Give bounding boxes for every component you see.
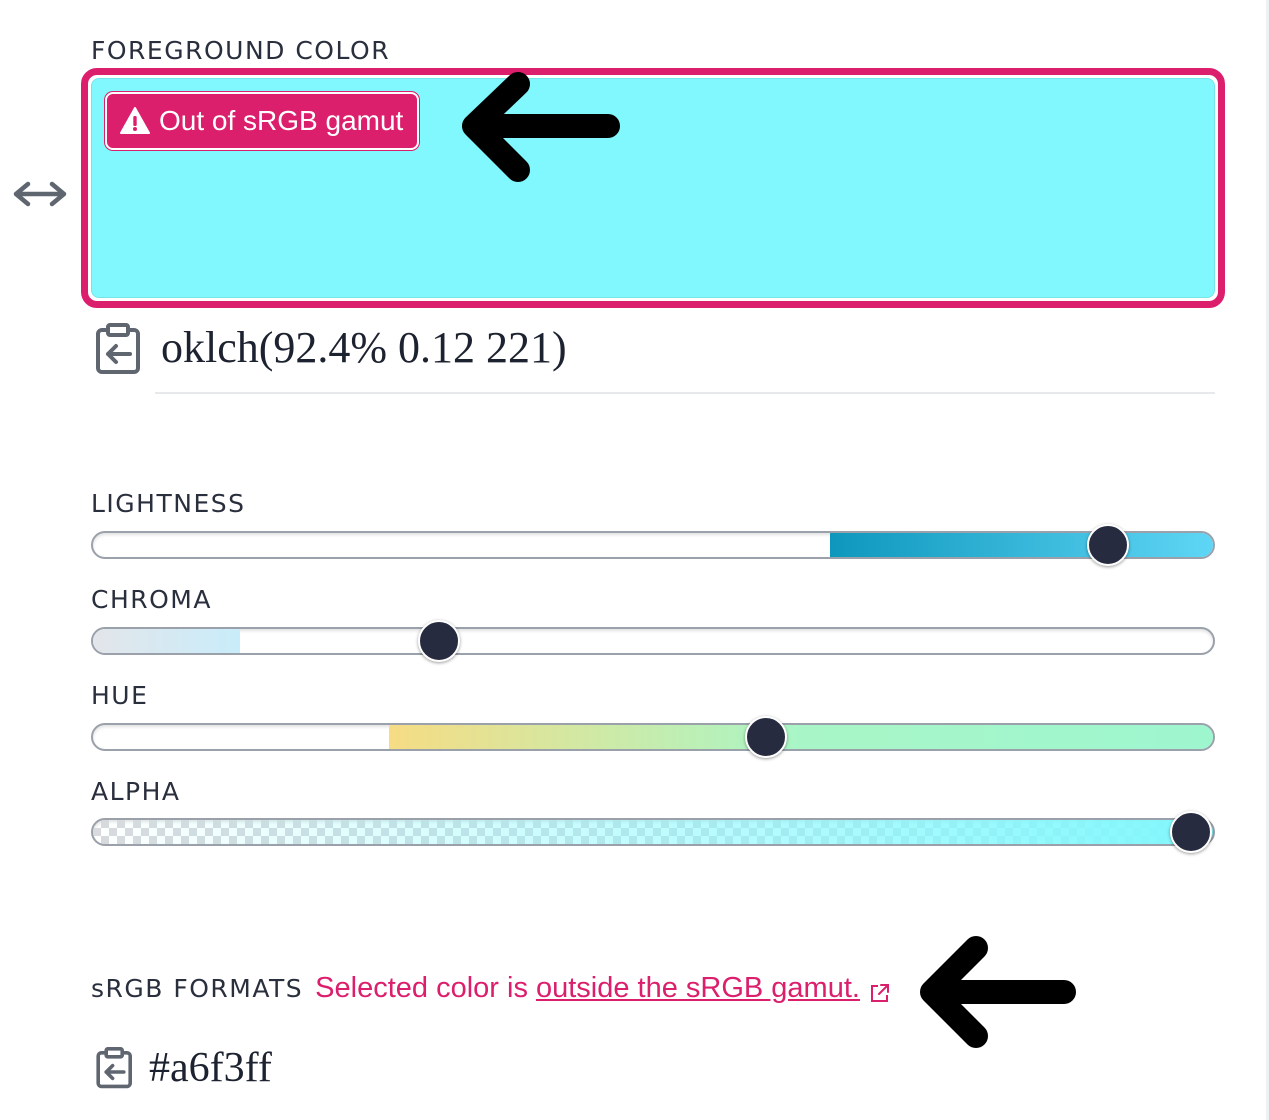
alpha-label: ALPHA	[91, 777, 181, 806]
chroma-label: CHROMA	[91, 585, 212, 614]
out-of-gamut-badge: Out of sRGB gamut	[105, 92, 420, 150]
clipboard-copy-icon[interactable]	[94, 322, 144, 376]
warning-triangle-icon	[120, 107, 150, 134]
out-of-gamut-badge-text: Out of sRGB gamut	[159, 105, 404, 136]
foreground-color-label: FOREGROUND COLOR	[91, 36, 391, 65]
chroma-gradient	[93, 629, 240, 653]
alpha-slider[interactable]	[91, 818, 1215, 846]
hue-label: HUE	[91, 681, 149, 710]
hue-slider[interactable]	[91, 723, 1215, 751]
foreground-swatch: Out of sRGB gamut	[91, 78, 1215, 298]
clipboard-copy-icon[interactable]	[95, 1046, 135, 1090]
foreground-swatch-frame[interactable]: Out of sRGB gamut	[81, 68, 1225, 308]
alpha-thumb[interactable]	[1170, 811, 1212, 853]
srgb-formats-label: sRGB FORMATS	[91, 974, 304, 1003]
lightness-gradient	[830, 533, 1213, 557]
srgb-formats-row: sRGB FORMATS Selected color is outside t…	[91, 972, 891, 1012]
lightness-slider[interactable]	[91, 531, 1215, 559]
annotation-arrow-icon	[462, 72, 620, 182]
chroma-thumb[interactable]	[417, 620, 460, 662]
alpha-gradient	[93, 820, 1213, 844]
annotation-arrow-icon	[920, 936, 1076, 1048]
hex-value[interactable]: #a6f3ff	[149, 1040, 272, 1096]
value-divider	[155, 392, 1215, 394]
oklch-value[interactable]: oklch(92.4% 0.12 221)	[161, 318, 567, 378]
hue-thumb[interactable]	[744, 716, 787, 758]
external-link-icon[interactable]	[869, 982, 891, 1004]
resize-handle-icon[interactable]	[12, 176, 68, 212]
gamut-info-link[interactable]: outside the sRGB gamut.	[536, 972, 860, 1004]
lightness-thumb[interactable]	[1087, 524, 1130, 566]
chroma-slider[interactable]	[91, 627, 1215, 655]
gamut-warning-text: Selected color is	[315, 972, 528, 1004]
hue-gradient	[389, 725, 1213, 749]
lightness-label: LIGHTNESS	[91, 489, 246, 518]
left-right-arrow-icon	[13, 181, 67, 207]
